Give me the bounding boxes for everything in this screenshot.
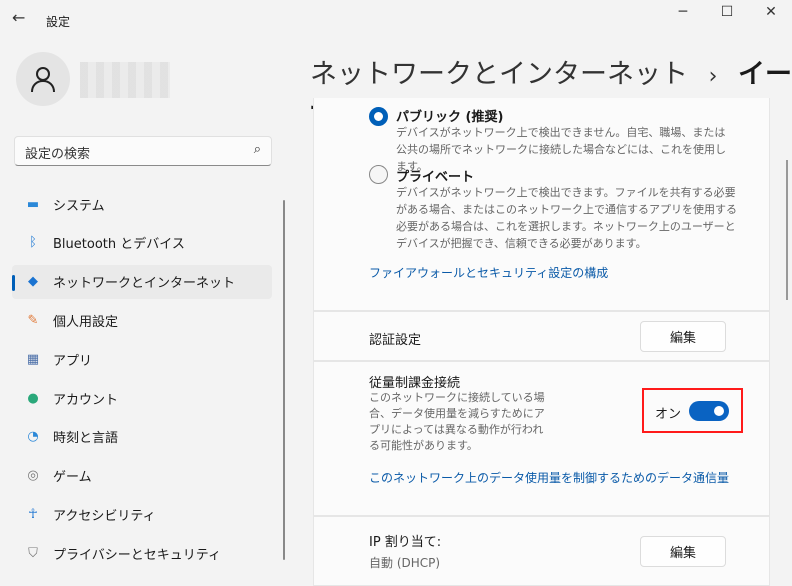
sidebar-item-label: ネットワークとインターネット <box>53 276 236 292</box>
accessibility-icon: ☥ <box>28 506 38 522</box>
private-radio[interactable] <box>369 165 388 184</box>
system-icon: ▬ <box>26 196 40 212</box>
sidebar-item[interactable]: ▦ アプリ <box>12 342 272 376</box>
ip-label: IP 割り当て: <box>369 535 442 550</box>
ip-value: 自動 (DHCP) <box>369 556 441 570</box>
sidebar-item-label: プライバシーとセキュリティ <box>53 547 221 563</box>
sidebar-item-label: 時刻と言語 <box>53 431 119 447</box>
search-icon: ⌕ <box>253 142 261 157</box>
public-radio[interactable] <box>369 107 388 126</box>
selected-indicator <box>12 274 15 291</box>
sidebar-item-label: アクセシビリティ <box>53 508 156 524</box>
network-profile-card: パブリック (推奨) デバイスがネットワーク上で検出できません。自宅、職場、また… <box>313 98 770 311</box>
highlight-box <box>642 388 743 433</box>
sidebar-item[interactable]: ⛉ プライバシーとセキュリティ <box>12 536 272 570</box>
close-button[interactable]: ✕ <box>756 4 786 20</box>
minimize-button[interactable]: ─ <box>668 4 698 20</box>
main-scrollbar[interactable] <box>786 160 788 300</box>
brush-icon: ✎ <box>27 312 39 328</box>
data-limit-link[interactable]: このネットワーク上のデータ使用量を制御するためのデータ通信量上限 <box>369 469 729 486</box>
back-button[interactable]: ← <box>12 8 25 27</box>
metered-desc: このネットワークに接続している場合、データ使用量を減らすためにアプリによっては異… <box>369 391 545 452</box>
public-title: パブリック (推奨) <box>396 110 504 125</box>
ip-assignment-card: IP 割り当て: 自動 (DHCP) 編集 <box>313 516 770 586</box>
sidebar-item-label: Bluetooth とデバイス <box>53 237 185 253</box>
auth-edit-button[interactable]: 編集 <box>640 321 726 352</box>
sidebar-scrollbar[interactable] <box>283 200 285 560</box>
sidebar-item[interactable]: ᛒ Bluetooth とデバイス <box>12 226 272 260</box>
search-input[interactable]: 設定の検索 ⌕ <box>14 136 272 166</box>
sidebar-item[interactable]: ◎ ゲーム <box>12 459 272 493</box>
breadcrumb-parent[interactable]: ネットワークとインターネット <box>310 59 688 90</box>
private-desc: デバイスがネットワーク上で検出できます。ファイルを共有する必要がある場合、または… <box>396 186 737 250</box>
title-bar: ← 設定 ─ ☐ ✕ <box>0 0 792 40</box>
maximize-button[interactable]: ☐ <box>712 4 742 20</box>
clock-globe-icon: ◔ <box>27 429 39 445</box>
private-title: プライベート <box>396 170 475 185</box>
avatar[interactable] <box>16 52 70 106</box>
ip-edit-button[interactable]: 編集 <box>640 536 726 567</box>
breadcrumb-separator: › <box>708 64 718 89</box>
sidebar-item-label: 個人用設定 <box>53 314 119 330</box>
metered-connection-card: 従量制課金接続 このネットワークに接続している場合、データ使用量を減らすためにア… <box>313 361 770 516</box>
auth-settings-card: 認証設定 編集 <box>313 311 770 361</box>
wifi-icon: ◆ <box>28 274 38 290</box>
sidebar-item-label: ゲーム <box>53 470 92 486</box>
gamepad-icon: ◎ <box>27 468 39 484</box>
sidebar-item[interactable]: ☥ アクセシビリティ <box>12 497 272 531</box>
bluetooth-icon: ᛒ <box>29 235 37 251</box>
sidebar-item[interactable]: ● アカウント <box>12 381 272 415</box>
sidebar-item[interactable]: ✎ 個人用設定 <box>12 303 272 337</box>
sidebar-item-label: アカウント <box>53 392 119 408</box>
sidebar-item-label: アプリ <box>53 353 93 369</box>
auth-label: 認証設定 <box>369 333 422 348</box>
user-icon <box>31 67 55 93</box>
sidebar-item[interactable]: ▬ システム <box>12 187 272 221</box>
sidebar-item[interactable]: ◆ ネットワークとインターネット <box>12 264 272 299</box>
blurred-account-name <box>80 62 170 98</box>
metered-label: 従量制課金接続 <box>369 376 461 391</box>
search-placeholder: 設定の検索 <box>25 147 91 162</box>
app-title: 設定 <box>46 15 71 29</box>
sidebar-item[interactable]: ◔ 時刻と言語 <box>12 420 272 454</box>
firewall-settings-link[interactable]: ファイアウォールとセキュリティ設定の構成 <box>369 264 608 281</box>
account-icon: ● <box>27 390 39 406</box>
apps-icon: ▦ <box>26 351 40 367</box>
shield-icon: ⛉ <box>28 545 38 561</box>
sidebar-item-label: システム <box>53 198 105 214</box>
